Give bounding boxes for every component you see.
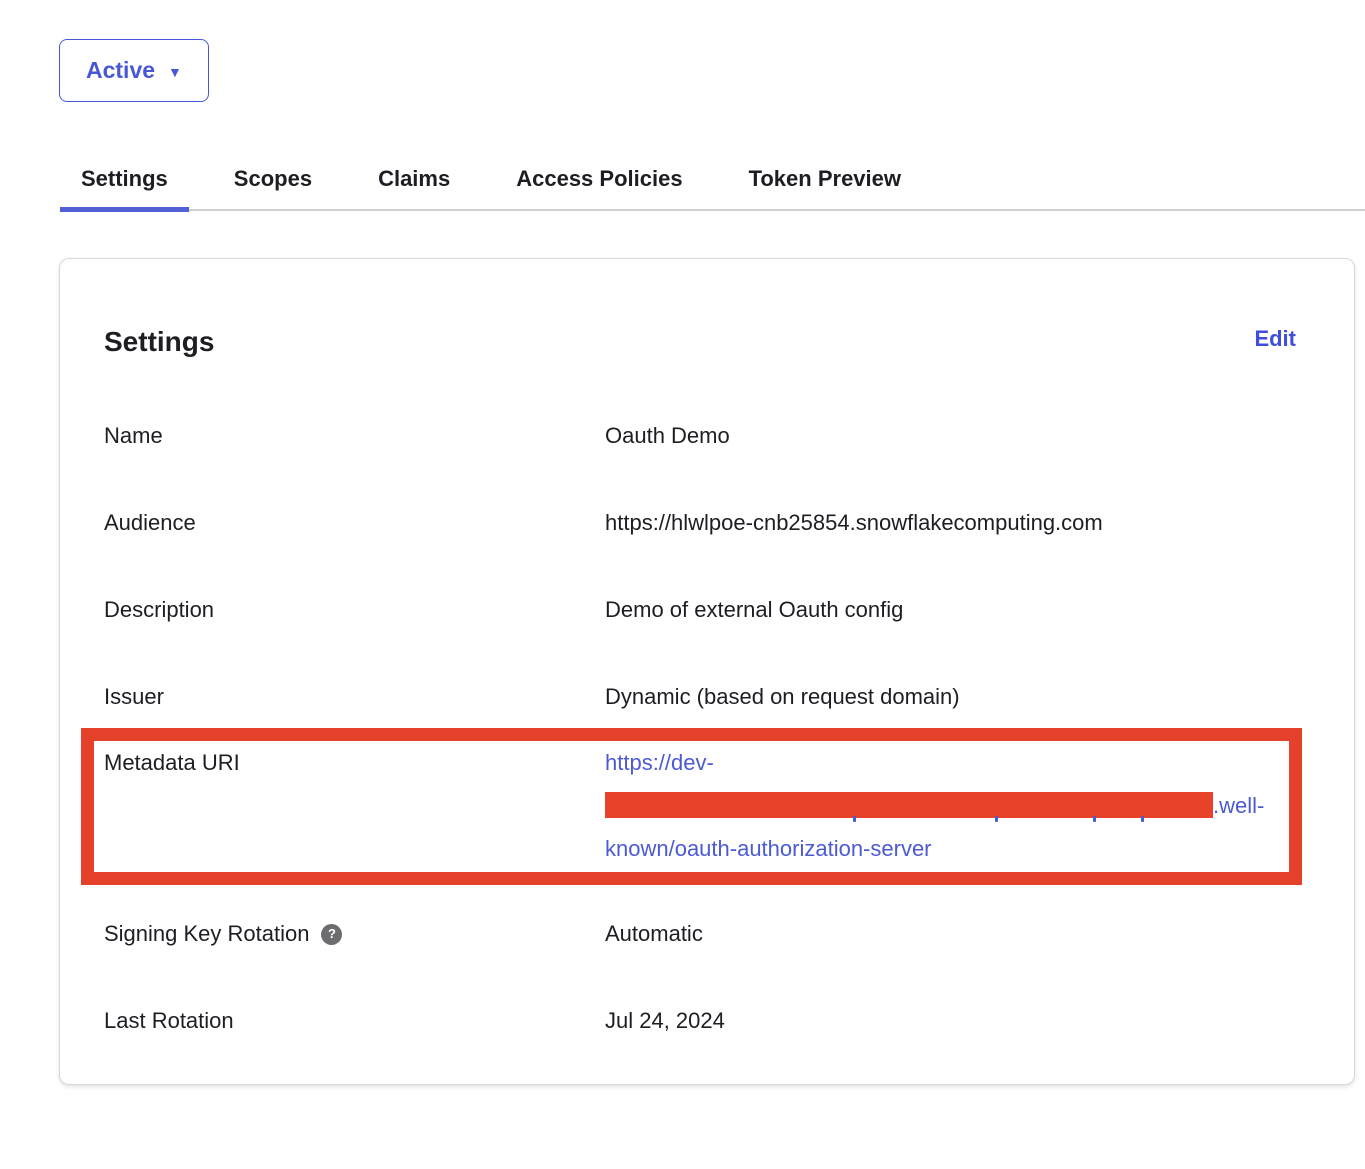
- row-name: Name Oauth Demo: [104, 423, 1296, 449]
- row-issuer: Issuer Dynamic (based on request domain): [104, 684, 1296, 710]
- chevron-down-icon: ▼: [168, 65, 182, 79]
- row-description: Description Demo of external Oauth confi…: [104, 597, 1296, 623]
- metadata-uri-part1[interactable]: https://dev-: [605, 750, 714, 775]
- card-title: Settings: [104, 325, 214, 359]
- row-signing-key-rotation-value: Automatic: [605, 921, 1296, 947]
- settings-card: Settings Edit Name Oauth Demo Audience h…: [59, 258, 1355, 1085]
- row-audience: Audience https://hlwlpoe-cnb25854.snowfl…: [104, 510, 1296, 536]
- tab-access-policies[interactable]: Access Policies: [495, 165, 703, 212]
- row-metadata-uri: Metadata URI https://dev- .well- known/o…: [104, 741, 1289, 870]
- row-name-value: Oauth Demo: [605, 423, 1296, 449]
- status-dropdown-button[interactable]: Active ▼: [59, 39, 209, 102]
- tab-scopes[interactable]: Scopes: [213, 165, 333, 212]
- metadata-uri-link[interactable]: https://dev- .well- known/oauth-authoriz…: [605, 741, 1289, 870]
- redaction-descender: [995, 816, 998, 822]
- red-annotation-box: Metadata URI https://dev- .well- known/o…: [81, 728, 1302, 885]
- redaction-descender: [853, 816, 856, 822]
- row-metadata-uri-label: Metadata URI: [104, 741, 605, 784]
- tab-claims[interactable]: Claims: [357, 165, 471, 212]
- signing-key-rotation-text: Signing Key Rotation: [104, 921, 309, 947]
- row-signing-key-rotation: Signing Key Rotation ? Automatic: [104, 921, 1296, 947]
- metadata-uri-part2[interactable]: .well-: [1213, 793, 1264, 818]
- row-description-value: Demo of external Oauth config: [605, 597, 1296, 623]
- redaction-descender: [1093, 816, 1096, 822]
- redaction-descender: [1141, 816, 1144, 822]
- tab-token-preview[interactable]: Token Preview: [728, 165, 922, 212]
- row-signing-key-rotation-label: Signing Key Rotation ?: [104, 921, 605, 947]
- row-last-rotation-value: Jul 24, 2024: [605, 1008, 1296, 1034]
- row-issuer-value: Dynamic (based on request domain): [605, 684, 1296, 710]
- metadata-uri-part3[interactable]: known/oauth-authorization-server: [605, 836, 932, 861]
- settings-card-header: Settings Edit: [104, 325, 1296, 359]
- status-dropdown-label: Active: [86, 57, 155, 84]
- row-last-rotation: Last Rotation Jul 24, 2024: [104, 1008, 1296, 1034]
- row-last-rotation-label: Last Rotation: [104, 1008, 605, 1034]
- settings-rows: Name Oauth Demo Audience https://hlwlpoe…: [104, 423, 1296, 1034]
- help-icon[interactable]: ?: [321, 924, 342, 945]
- row-audience-label: Audience: [104, 510, 605, 536]
- row-issuer-label: Issuer: [104, 684, 605, 710]
- row-name-label: Name: [104, 423, 605, 449]
- redacted-url-segment: [605, 792, 1213, 818]
- row-description-label: Description: [104, 597, 605, 623]
- tab-settings[interactable]: Settings: [60, 165, 189, 212]
- tab-bar: Settings Scopes Claims Access Policies T…: [60, 165, 1365, 212]
- edit-button[interactable]: Edit: [1254, 325, 1296, 353]
- row-audience-value: https://hlwlpoe-cnb25854.snowflakecomput…: [605, 510, 1296, 536]
